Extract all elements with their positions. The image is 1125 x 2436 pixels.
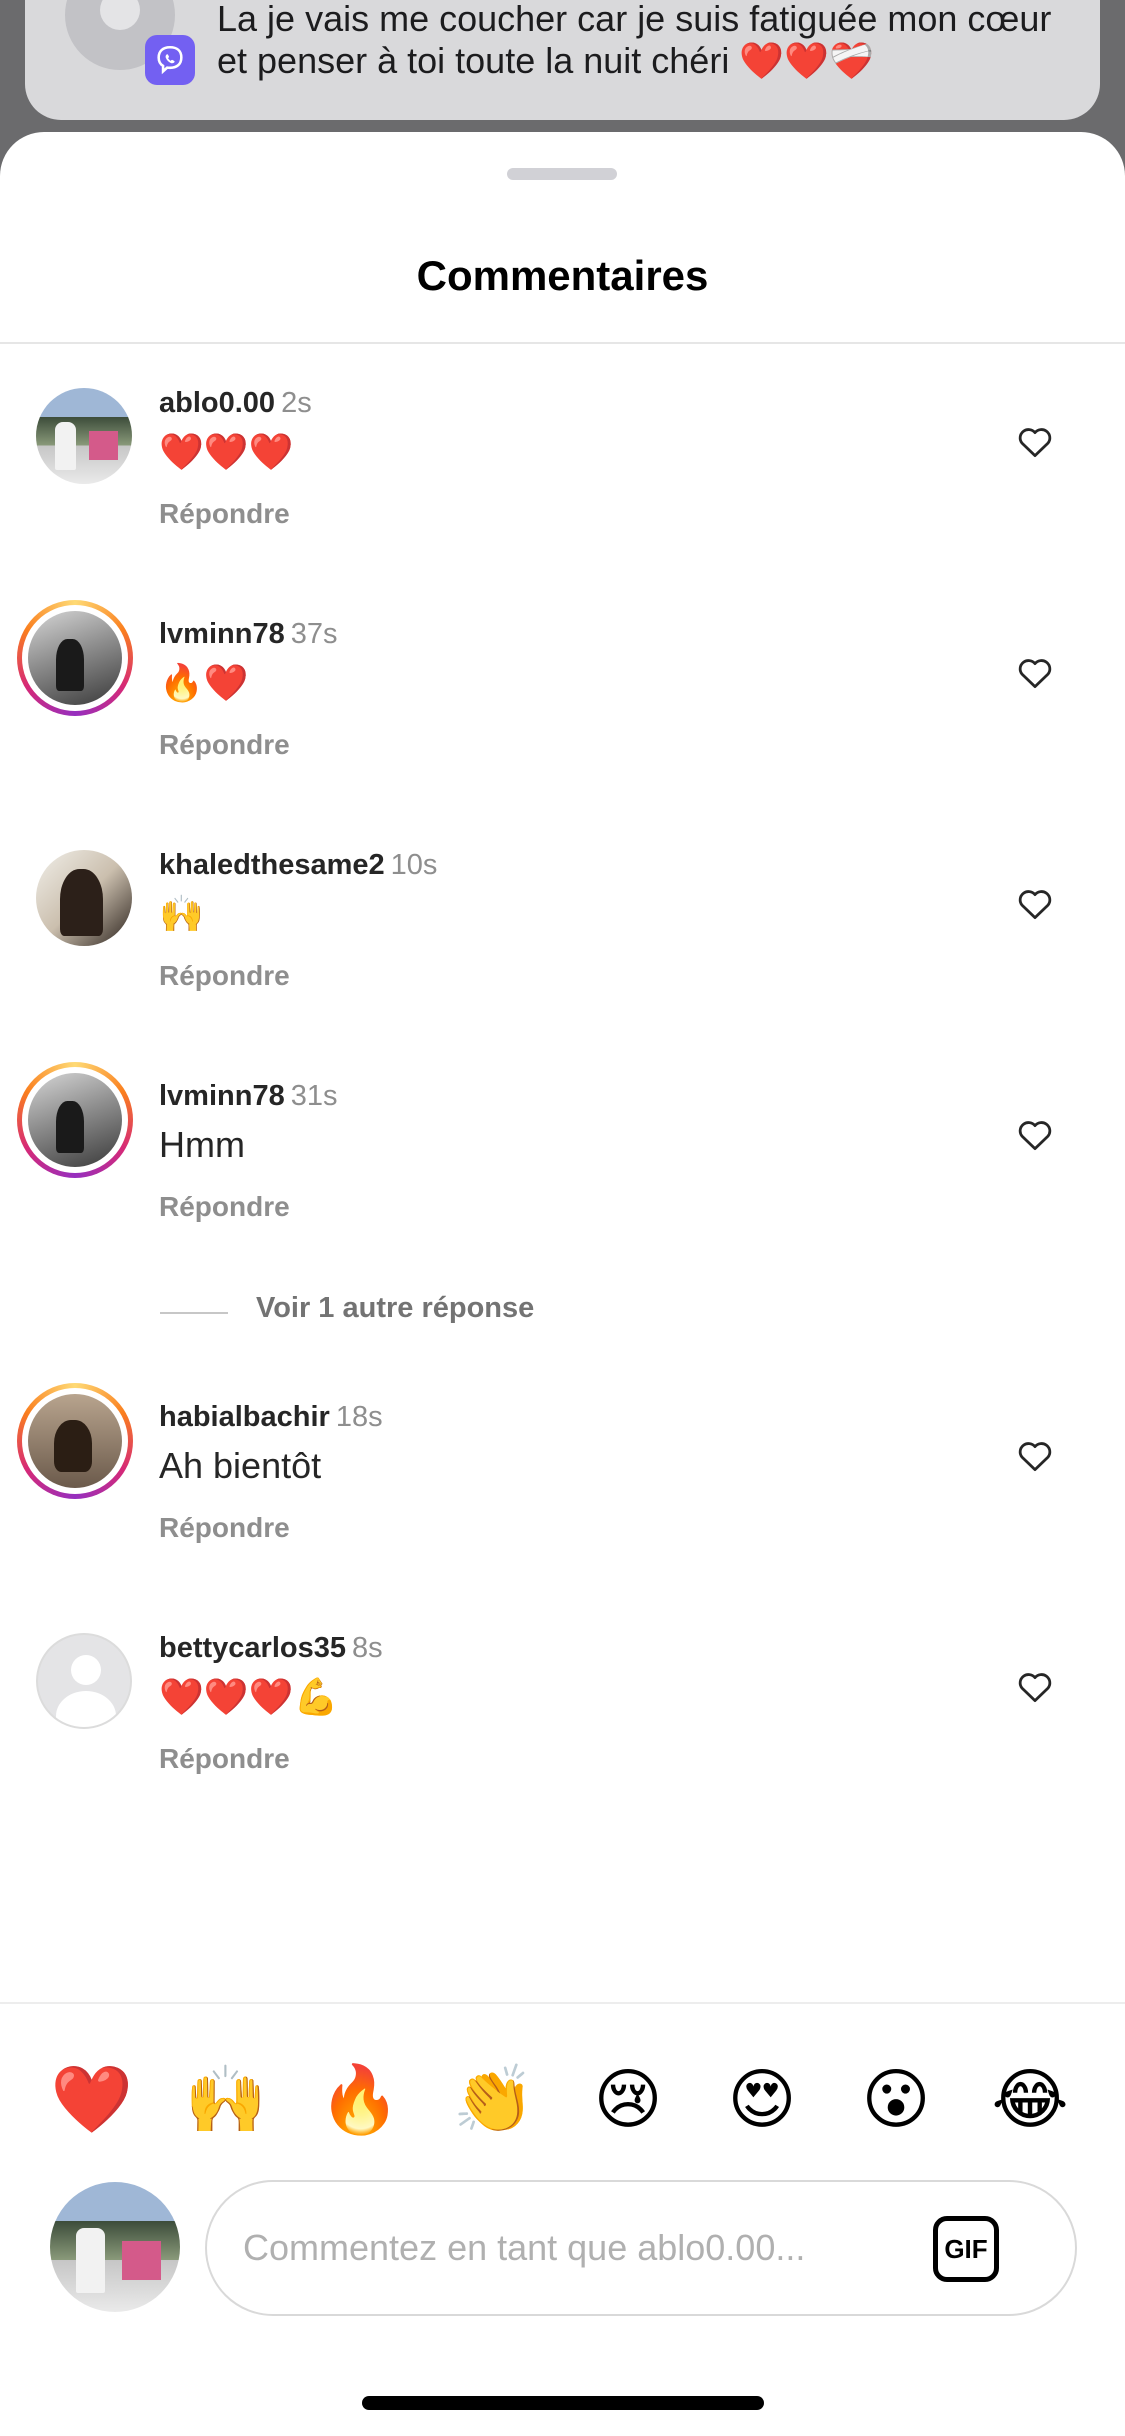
reply-button[interactable]: Répondre [159,498,290,530]
comment-item: habialbachir 18s Ah bientôt Répondre [0,1383,1125,1600]
comment-username[interactable]: habialbachir [159,1401,330,1433]
comment-header: bettycarlos35 8s [159,1631,383,1665]
heart-icon[interactable] [1016,655,1054,689]
screen: La je vais me coucher car je suis fatigu… [0,0,1125,2436]
comment-username[interactable]: khaledthesame2 [159,849,385,881]
comment-time: 10s [390,849,438,881]
comment-item: lvminn78 31s Hmm Répondre [0,1062,1125,1279]
heart-icon[interactable] [1016,1438,1054,1472]
reply-button[interactable]: Répondre [159,1743,290,1775]
comment-item: khaledthesame2 10s 🙌 Répondre [0,848,1125,1048]
comment-item: bettycarlos35 8s ❤️❤️❤️💪 Répondre [0,1631,1125,1831]
quick-reactions-bar: ❤️ 🙌 🔥 👏 😢 😍 😮 😂 [0,2050,1125,2150]
comment-header: lvminn78 37s [159,617,337,651]
avatar [28,1394,122,1488]
sheet-grabber[interactable] [507,168,617,180]
reaction-raising-hands-button[interactable]: 🙌 [176,2050,276,2150]
heart-icon[interactable] [1016,424,1054,458]
comment-username[interactable]: ablo0.00 [159,387,275,419]
comment-text: Ah bientôt [159,1445,322,1486]
comment-input[interactable] [243,2218,883,2278]
avatar-story-ring[interactable] [17,1383,133,1499]
avatar[interactable] [36,388,132,484]
comment-text: 🙌 [159,893,204,934]
divider [0,342,1125,344]
comment-username[interactable]: bettycarlos35 [159,1632,346,1664]
comment-time: 2s [281,387,312,419]
notification-banner[interactable]: La je vais me coucher car je suis fatigu… [25,0,1100,120]
comment-composer: GIF [205,2180,1077,2316]
reaction-clap-button[interactable]: 👏 [444,2050,544,2150]
comment-header: habialbachir 18s [159,1400,383,1434]
home-indicator[interactable] [362,2396,764,2410]
comment-text: ❤️❤️❤️💪 [159,1676,339,1717]
divider [160,1312,228,1314]
reply-button[interactable]: Répondre [159,960,290,992]
comment-item: ablo0.00 2s ❤️❤️❤️ Répondre [0,386,1125,586]
comment-username[interactable]: lvminn78 [159,618,285,650]
comment-header: lvminn78 31s [159,1079,337,1113]
heart-icon[interactable] [1016,886,1054,920]
avatar [28,611,122,705]
notification-message: La je vais me coucher car je suis fatigu… [217,0,1052,81]
heart-icon[interactable] [1016,1669,1054,1703]
comment-time: 18s [335,1401,383,1433]
reaction-laughing-button[interactable]: 😂 [980,2050,1080,2150]
comment-header: khaledthesame2 10s [159,848,437,882]
avatar-story-ring[interactable] [17,600,133,716]
avatar[interactable] [36,850,132,946]
reply-button[interactable]: Répondre [159,729,290,761]
comment-text: ❤️❤️❤️ [159,431,294,472]
viber-icon [145,35,195,85]
reaction-heart-eyes-button[interactable]: 😍 [712,2050,812,2150]
current-user-avatar [50,2182,180,2312]
comment-text: Hmm [159,1124,245,1165]
default-avatar[interactable] [36,1633,132,1729]
avatar-story-ring[interactable] [17,1062,133,1178]
reaction-fire-button[interactable]: 🔥 [310,2050,410,2150]
avatar [28,1073,122,1167]
comment-time: 8s [352,1632,383,1664]
comment-item: lvminn78 37s 🔥❤️ Répondre [0,600,1125,817]
reaction-crying-button[interactable]: 😢 [578,2050,678,2150]
sheet-title: Commentaires [416,252,709,299]
reply-button[interactable]: Répondre [159,1512,290,1544]
comment-time: 37s [290,618,338,650]
comment-username[interactable]: lvminn78 [159,1080,285,1112]
comment-header: ablo0.00 2s [159,386,312,420]
reply-button[interactable]: Répondre [159,1191,290,1223]
comment-text: 🔥❤️ [159,662,249,703]
gif-button[interactable]: GIF [933,2216,999,2282]
reaction-heart-button[interactable]: ❤️ [42,2050,142,2150]
reaction-surprised-button[interactable]: 😮 [846,2050,946,2150]
view-more-replies-label: Voir 1 autre réponse [256,1292,535,1324]
heart-icon[interactable] [1016,1117,1054,1151]
divider [0,2002,1125,2004]
comment-time: 31s [290,1080,338,1112]
comments-sheet: Commentaires ablo0.00 2s ❤️❤️❤️ Répondre … [0,132,1125,2436]
